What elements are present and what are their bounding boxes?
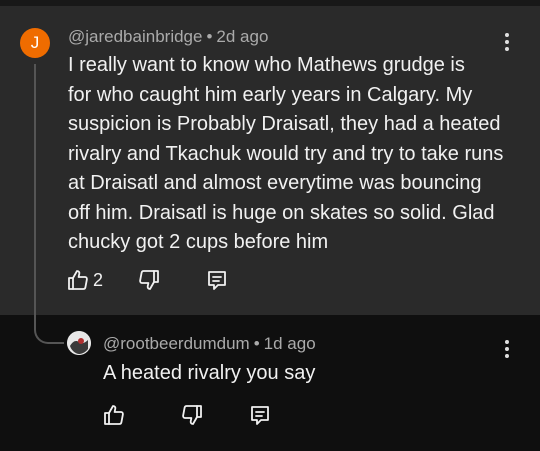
reply-button[interactable] xyxy=(205,268,229,292)
reply-actions xyxy=(102,403,272,427)
like-count: 2 xyxy=(93,269,104,290)
more-vertical-icon xyxy=(505,33,509,51)
top-divider xyxy=(0,0,540,6)
reply-author[interactable]: @rootbeerdumdum xyxy=(103,334,250,353)
avatar[interactable]: J xyxy=(20,28,50,58)
dislike-button[interactable] xyxy=(180,403,204,427)
comment-line: suspicion is Probably Draisatl, they had… xyxy=(68,113,501,135)
thumbs-down-icon xyxy=(139,270,159,290)
avatar-image xyxy=(67,331,91,355)
comment-line: at Draisatl and almost everytime was bou… xyxy=(68,172,482,194)
reply-meta: @rootbeerdumdum • 1d ago xyxy=(103,334,316,354)
comment-author[interactable]: @jaredbainbridge xyxy=(68,27,202,46)
reply-more-options-button[interactable] xyxy=(497,337,517,361)
comment-actions: 2 xyxy=(66,268,229,292)
avatar[interactable] xyxy=(67,331,91,355)
comment-line: for who caught him early years in Calgar… xyxy=(68,83,473,106)
comment-meta: @jaredbainbridge • 2d ago xyxy=(68,27,268,47)
thumbs-down-icon xyxy=(182,405,202,425)
like-button[interactable] xyxy=(102,403,126,427)
like-button[interactable]: 2 xyxy=(66,268,103,292)
reply-comment-icon xyxy=(251,406,269,425)
meta-separator: • xyxy=(253,334,260,353)
comment-line: I really want to know who Mathews grudge… xyxy=(68,54,465,76)
reply-time: 1d ago xyxy=(263,334,316,353)
reply-button[interactable] xyxy=(248,403,272,427)
comment-line: chucky got 2 cups before him xyxy=(68,231,329,253)
comment-line: rivalry and Tkachuk would try and try to… xyxy=(68,142,504,165)
comment-time: 2d ago xyxy=(216,27,269,46)
thumbs-up-icon xyxy=(68,270,88,290)
meta-separator: • xyxy=(206,27,213,46)
thread-line xyxy=(34,64,36,324)
thumbs-up-icon xyxy=(104,405,124,425)
thread-connector xyxy=(34,318,64,344)
comment-line: off him. Draisatl is huge on skates so s… xyxy=(68,201,495,224)
dislike-button[interactable] xyxy=(137,268,161,292)
reply-comment-icon xyxy=(208,271,226,290)
comment-body: I really want to know who Mathews grudge… xyxy=(68,51,508,258)
reply-body: A heated rivalry you say xyxy=(103,362,316,384)
more-vertical-icon xyxy=(505,340,509,358)
